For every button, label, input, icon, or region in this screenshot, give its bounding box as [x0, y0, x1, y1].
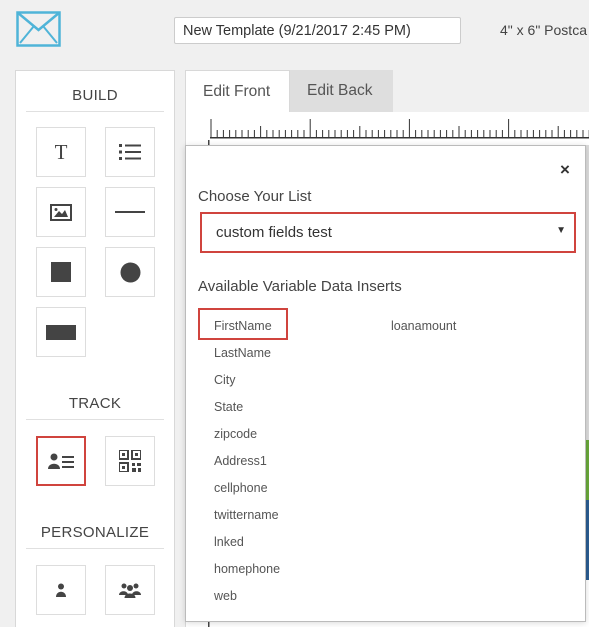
field-insert-city[interactable]: City	[214, 373, 236, 387]
rectangle-icon	[46, 324, 76, 340]
list-select[interactable]: custom fields test ▼	[200, 212, 576, 253]
close-icon[interactable]: ×	[560, 160, 570, 180]
field-insert-address1[interactable]: Address1	[214, 454, 267, 468]
field-insert-lnked[interactable]: lnked	[214, 535, 244, 549]
contact-card-icon	[48, 453, 74, 469]
list-icon	[119, 144, 141, 160]
group-icon	[119, 583, 141, 598]
text-icon: T	[54, 139, 68, 164]
square-icon	[51, 262, 71, 282]
person-icon	[56, 583, 66, 597]
envelope-icon[interactable]	[16, 11, 61, 47]
horizontal-ruler	[210, 119, 589, 139]
field-insert-state[interactable]: State	[214, 400, 243, 414]
available-inserts-label: Available Variable Data Inserts	[198, 278, 402, 295]
tab-edit-front[interactable]: Edit Front	[185, 70, 290, 112]
contact-card-tool-button[interactable]	[36, 436, 86, 486]
line-tool-button[interactable]	[105, 187, 155, 237]
image-icon	[50, 203, 72, 221]
group-tool-button[interactable]	[105, 565, 155, 615]
square-tool-button[interactable]	[36, 247, 86, 297]
dropdown-arrow-icon: ▼	[556, 225, 566, 236]
field-insert-zipcode[interactable]: zipcode	[214, 427, 257, 441]
build-section-title: BUILD	[26, 87, 164, 112]
line-icon	[115, 211, 145, 213]
list-select-value: custom fields test	[216, 224, 332, 241]
variable-data-modal: × Choose Your List custom fields test ▼ …	[185, 145, 586, 622]
list-tool-button[interactable]	[105, 127, 155, 177]
field-insert-cellphone[interactable]: cellphone	[214, 481, 268, 495]
field-insert-firstname[interactable]: FirstName	[214, 319, 272, 333]
postcard-size-label: 4" x 6" Postca	[500, 22, 587, 38]
field-insert-homephone[interactable]: homephone	[214, 562, 280, 576]
choose-list-label: Choose Your List	[198, 188, 312, 205]
tab-edit-back[interactable]: Edit Back	[290, 70, 393, 112]
field-insert-web[interactable]: web	[214, 589, 237, 603]
person-tool-button[interactable]	[36, 565, 86, 615]
tools-sidebar: BUILD T TRACK PERSONALIZE	[15, 70, 175, 627]
rectangle-tool-button[interactable]	[36, 307, 86, 357]
circle-icon	[120, 262, 140, 282]
template-name-input[interactable]	[174, 17, 461, 44]
qr-code-icon	[119, 450, 141, 472]
qr-code-tool-button[interactable]	[105, 436, 155, 486]
field-insert-twittername[interactable]: twittername	[214, 508, 279, 522]
personalize-section-title: PERSONALIZE	[26, 524, 164, 549]
field-insert-lastname[interactable]: LastName	[214, 346, 271, 360]
field-insert-loanamount[interactable]: loanamount	[391, 319, 456, 333]
image-tool-button[interactable]	[36, 187, 86, 237]
track-section-title: TRACK	[26, 395, 164, 420]
text-tool-button[interactable]: T	[36, 127, 86, 177]
circle-tool-button[interactable]	[105, 247, 155, 297]
